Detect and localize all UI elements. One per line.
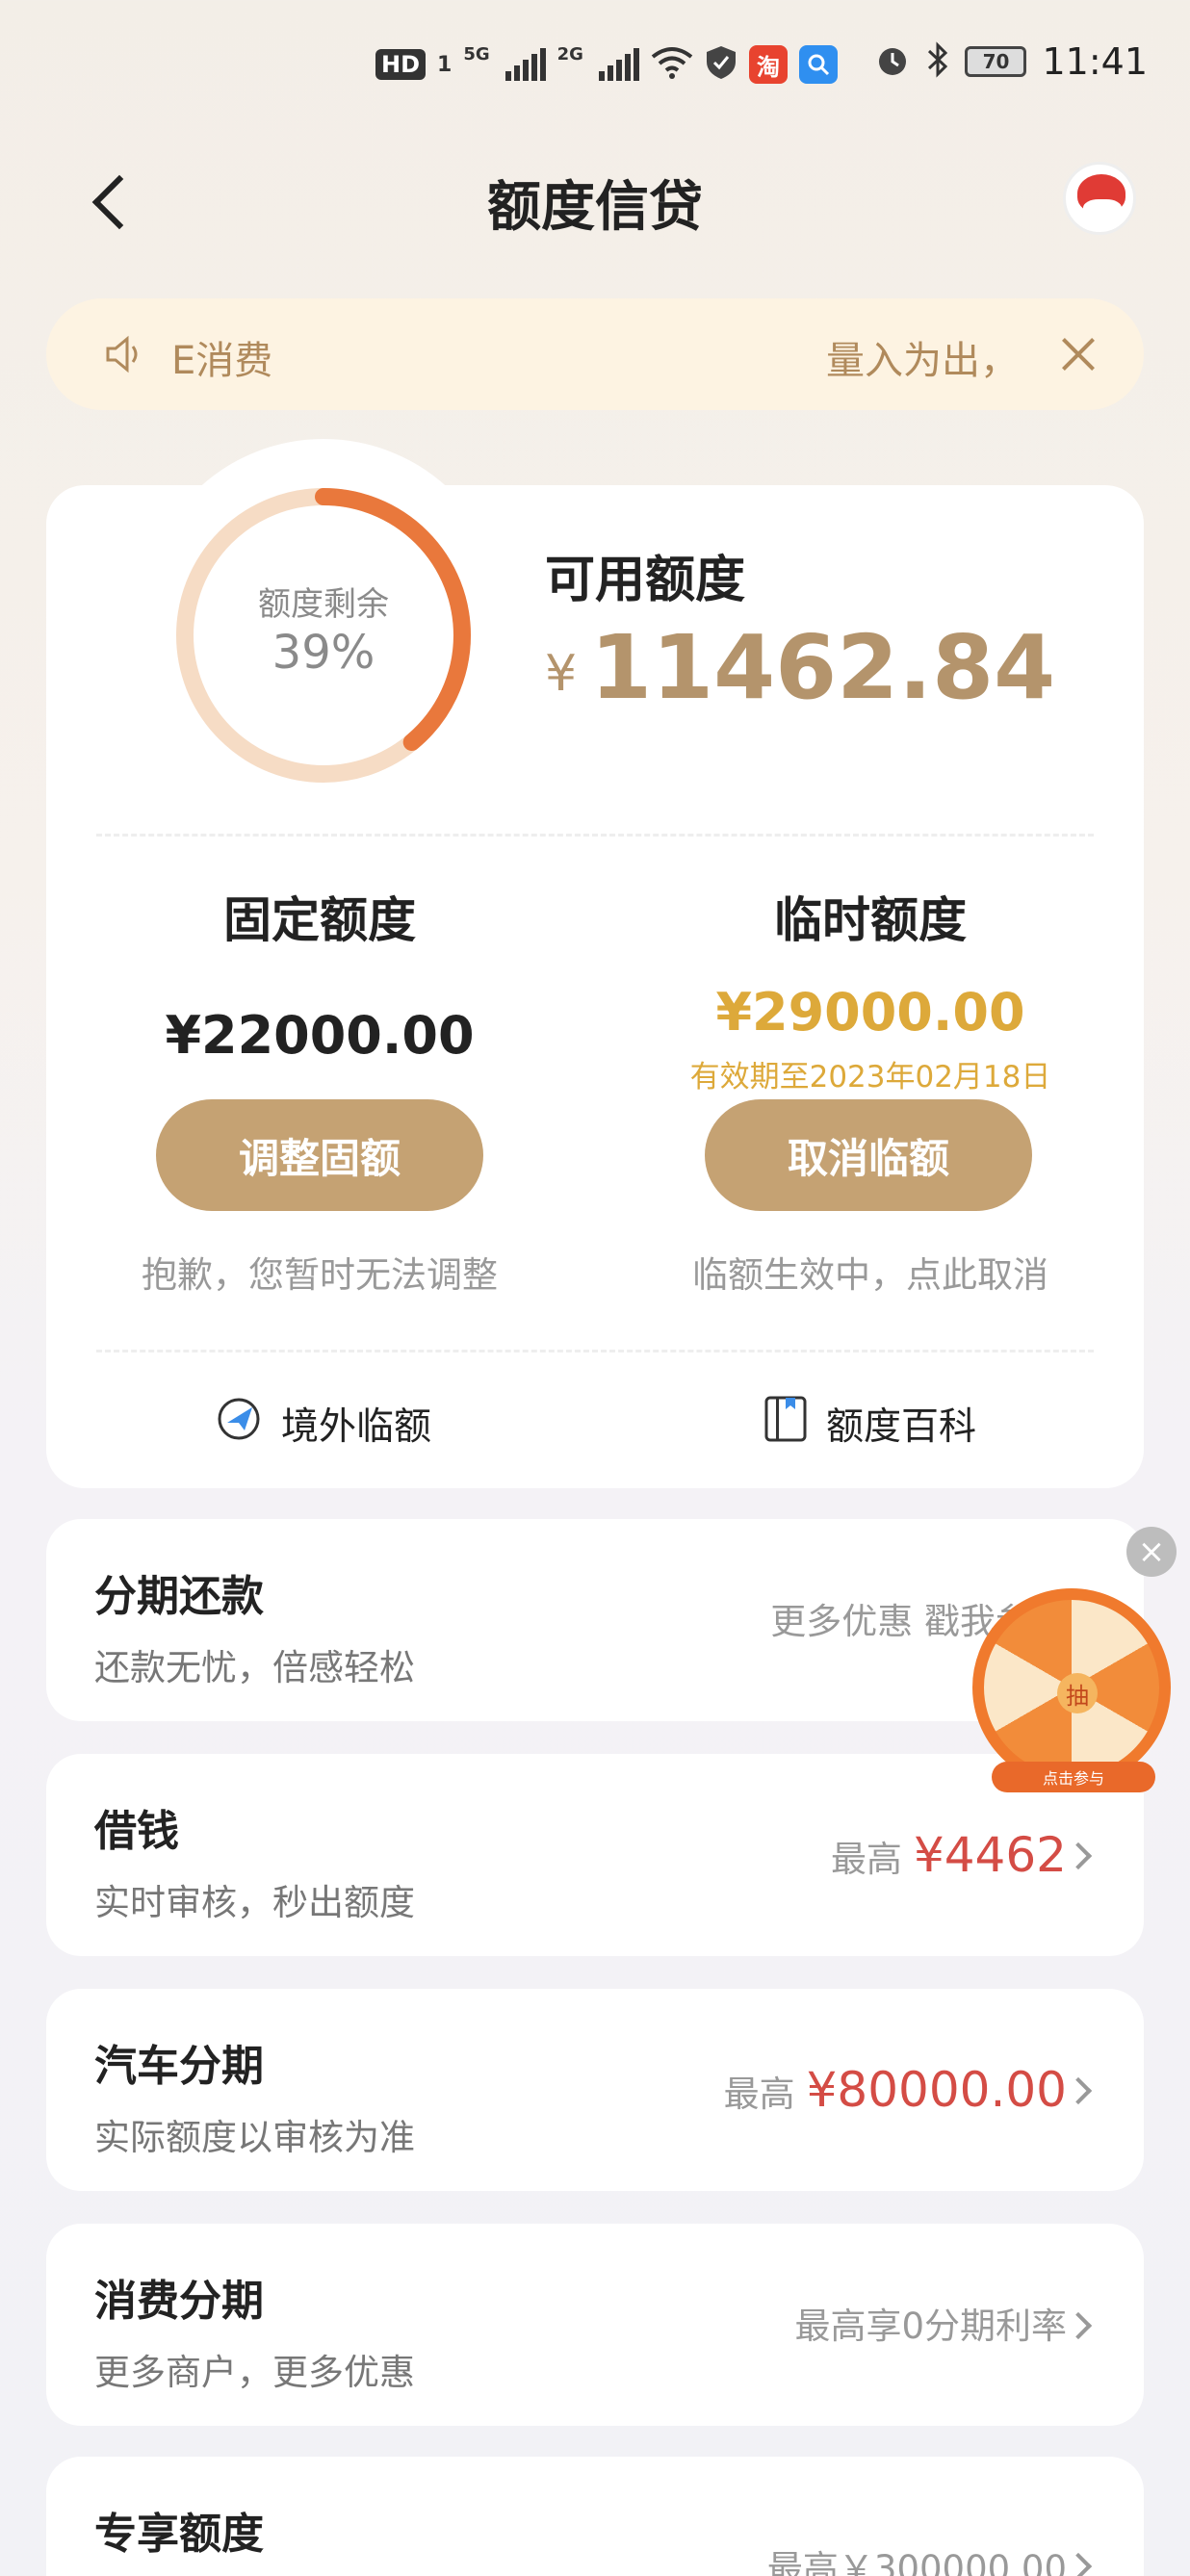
- fixed-credit: 固定额度 ¥22000.00: [108, 882, 531, 1066]
- status-icons-right: 70 11:41: [874, 40, 1148, 83]
- ring-label: 额度剩余: [258, 585, 389, 624]
- wheel-caption[interactable]: 点击参与: [992, 1762, 1155, 1792]
- overseas-temp-credit-link[interactable]: 境外临额: [214, 1394, 431, 1454]
- signal-icon-2: [598, 48, 639, 81]
- taobao-app-icon: 淘: [748, 45, 788, 84]
- row-subtitle: 实时审核，秒出额度: [94, 1882, 415, 1923]
- remaining-ring: 额度剩余 39%: [169, 481, 478, 789]
- credit-encyclopedia-link[interactable]: 额度百科: [763, 1394, 976, 1454]
- lottery-wheel[interactable]: 抽: [972, 1588, 1171, 1787]
- available-credit-label: 可用额度: [545, 552, 746, 609]
- temporary-credit-value: ¥29000.00: [715, 982, 1025, 1043]
- available-credit-value: ¥11462.84: [545, 616, 1055, 719]
- list-item-borrow[interactable]: 借钱 实时审核，秒出额度 最高 ¥4462: [46, 1754, 1144, 1956]
- wifi-icon: [651, 45, 693, 84]
- temporary-credit-title: 临时额度: [774, 892, 967, 948]
- row-title: 消费分期: [94, 2277, 264, 2326]
- header: 额度信贷: [0, 154, 1190, 250]
- row-right-text: 最高￥300000.00: [767, 2539, 1067, 2576]
- battery-icon: 70: [965, 46, 1027, 77]
- sim2-label: 2G: [556, 44, 583, 64]
- search-app-icon: [798, 45, 838, 84]
- alarm-icon: [874, 41, 911, 82]
- plane-icon: [214, 1394, 264, 1454]
- overseas-temp-credit-label: 境外临额: [281, 1405, 432, 1449]
- temporary-credit: 临时额度 ¥29000.00 有效期至2023年02月18日: [659, 882, 1082, 1095]
- hd-sub: 1: [437, 52, 453, 77]
- chevron-right-icon: [1064, 1842, 1093, 1870]
- row-subtitle: 更多商户，更多优惠: [94, 2352, 415, 2393]
- customer-service-avatar[interactable]: [1063, 162, 1136, 235]
- row-subtitle: 还款无忧，倍感轻松: [94, 1647, 415, 1688]
- bluetooth-icon: [926, 41, 949, 82]
- list-item-consumer-installment[interactable]: 消费分期 更多商户，更多优惠 最高享0分期利率: [46, 2224, 1144, 2426]
- row-title: 借钱: [94, 1807, 179, 1856]
- row-title: 专享额度: [94, 2510, 264, 2559]
- temporary-credit-note[interactable]: 临额生效中，点此取消: [659, 1246, 1082, 1298]
- notice-bar[interactable]: E消费 量入为出，: [46, 298, 1144, 410]
- notice-text-left: E消费: [171, 339, 273, 383]
- available-amount: 11462.84: [590, 616, 1056, 719]
- fixed-credit-title: 固定额度: [223, 892, 416, 948]
- ring-percent: 39%: [272, 626, 375, 680]
- temporary-credit-valid-until: 有效期至2023年02月18日: [689, 1060, 1051, 1095]
- chevron-right-icon: [1064, 2552, 1093, 2576]
- wheel-center-label: 抽: [1057, 1673, 1098, 1713]
- adjust-fixed-button[interactable]: 调整固额: [156, 1099, 483, 1211]
- row-right-prefix: 最高享0分期利率: [794, 2306, 1067, 2347]
- row-right-amount: ¥4462: [913, 1827, 1067, 1883]
- row-title: 分期还款: [94, 1572, 264, 1621]
- row-right-amount: ¥80000.00: [806, 2062, 1067, 2118]
- list-item-exclusive-credit[interactable]: 专享额度 最高￥300000.00: [46, 2457, 1144, 2576]
- status-icons-left: HD 1 5G 2G 淘: [375, 44, 838, 85]
- sim1-label: 5G: [463, 44, 490, 64]
- row-right-prefix: 最高￥300000.00: [766, 2548, 1067, 2576]
- row-right-prefix: 最高: [723, 2074, 795, 2115]
- chevron-right-icon: [1064, 2076, 1093, 2105]
- row-right-text: 最高享0分期利率: [794, 2297, 1067, 2349]
- fixed-credit-note: 抱歉，您暂时无法调整: [142, 1254, 498, 1296]
- page-title: 额度信贷: [487, 176, 703, 239]
- row-subtitle: 实际额度以审核为准: [94, 2117, 415, 2158]
- row-right-text: 最高 ¥80000.00: [724, 2062, 1067, 2118]
- divider: [96, 834, 1094, 837]
- clock: 11:41: [1042, 40, 1148, 83]
- signal-icon: [504, 48, 546, 81]
- credit-encyclopedia-label: 额度百科: [826, 1405, 977, 1449]
- divider: [96, 1350, 1094, 1352]
- close-icon[interactable]: [1051, 327, 1105, 381]
- shield-icon: [705, 44, 737, 85]
- close-floating-wheel-button[interactable]: ×: [1126, 1527, 1177, 1577]
- row-right-prefix: 最高: [830, 1839, 902, 1880]
- list-item-car-installment[interactable]: 汽车分期 实际额度以审核为准 最高 ¥80000.00: [46, 1989, 1144, 2191]
- row-right-text: 最高 ¥4462: [831, 1827, 1067, 1883]
- status-bar: HD 1 5G 2G 淘 70 11:41: [0, 0, 1190, 135]
- notice-text-right: 量入为出，: [826, 339, 1019, 383]
- currency-symbol: ¥: [545, 645, 578, 703]
- hd-icon: HD: [375, 49, 427, 80]
- fixed-credit-value: ¥22000.00: [165, 1005, 475, 1066]
- row-title: 汽车分期: [94, 2042, 264, 2091]
- cancel-temporary-button[interactable]: 取消临额: [705, 1099, 1032, 1211]
- book-icon: [763, 1394, 809, 1454]
- speaker-icon: [102, 331, 148, 377]
- chevron-right-icon: [1064, 2311, 1093, 2340]
